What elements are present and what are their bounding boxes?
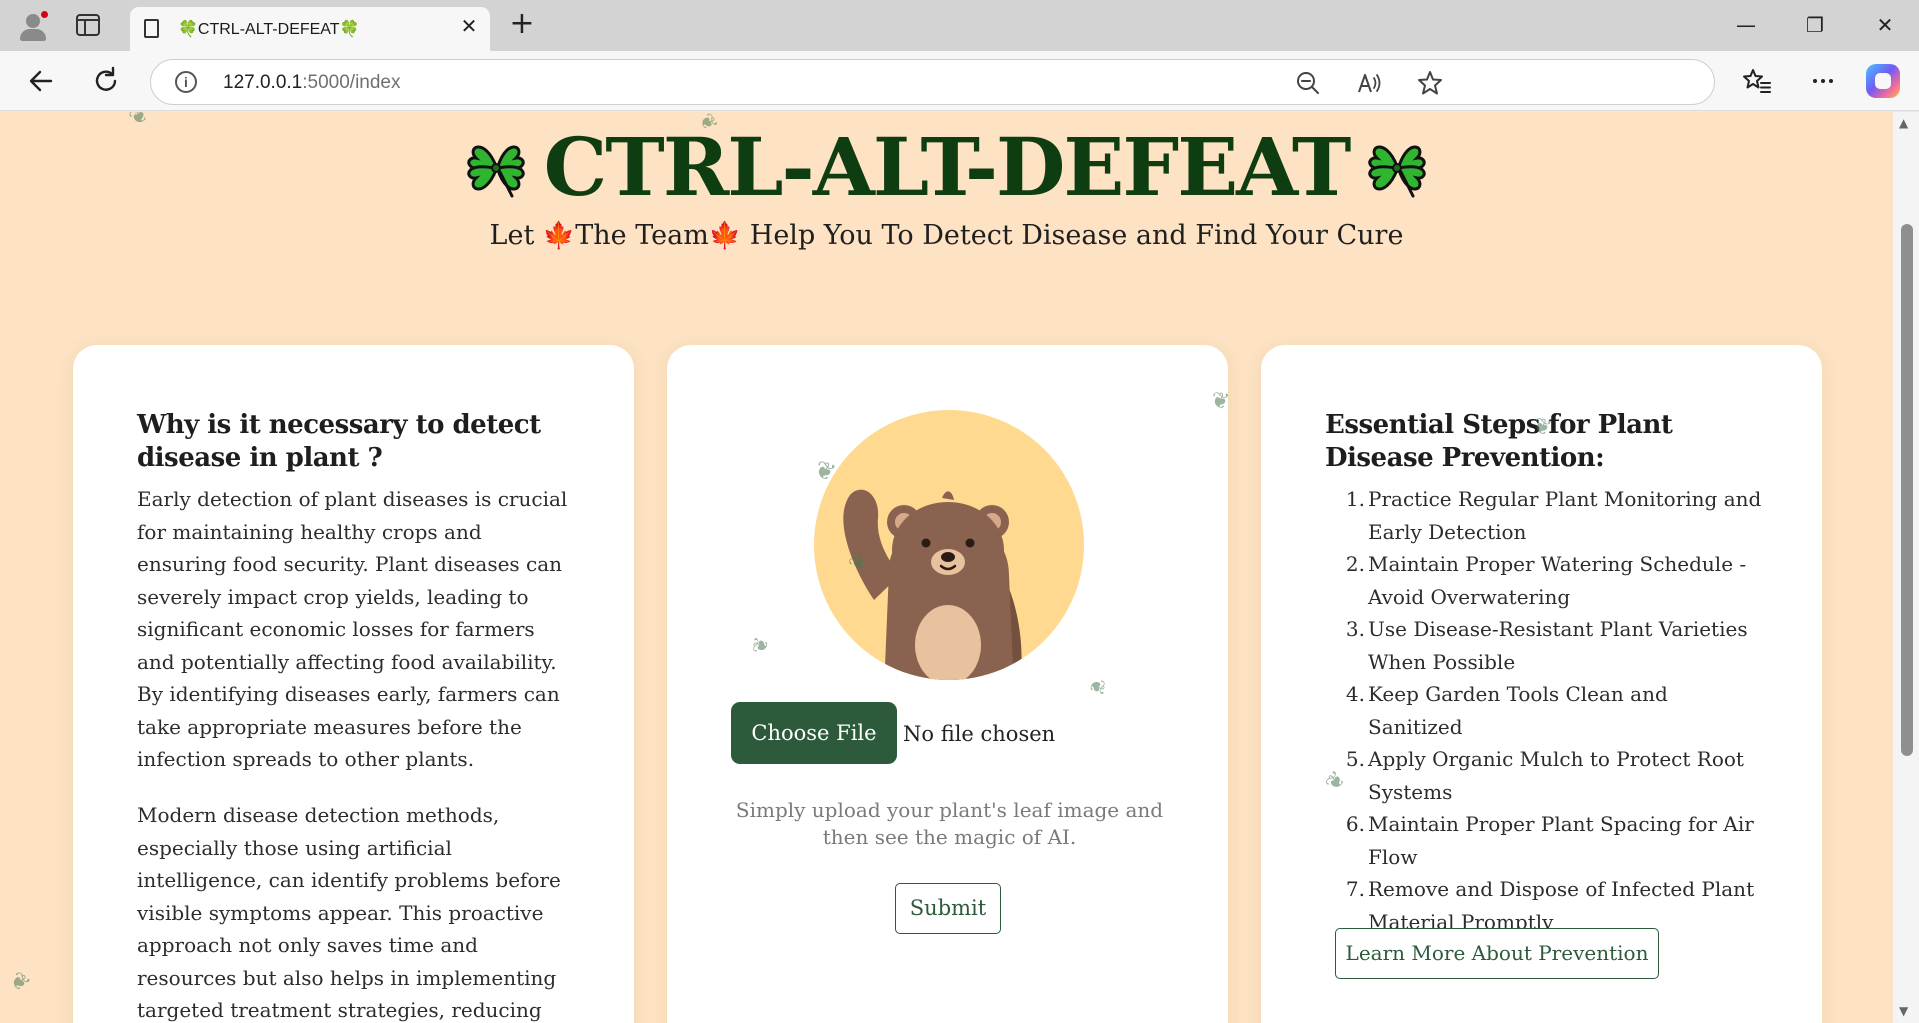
page-icon [144, 19, 159, 38]
restore-button[interactable]: ❐ [1795, 10, 1835, 40]
upload-card: ❦ ❦ ❦ ❦ ❦ Choose File No file chosen Sim… [667, 345, 1228, 1023]
subtitle-prefix: Let [489, 220, 543, 251]
clover-icon [454, 126, 538, 210]
step-text: Maintain Proper Watering Schedule - Avoi… [1368, 552, 1747, 609]
browser-nav-bar: i 127.0.0.1:5000/index [0, 51, 1919, 111]
list-item: 3. Use Disease-Resistant Plant Varieties … [1345, 617, 1748, 674]
upload-hint: Simply upload your plant's leaf image an… [735, 798, 1164, 849]
prevention-steps-list: 1. Practice Regular Plant Monitoring and … [1325, 483, 1765, 938]
step-text: Remove and Dispose of Infected Plant Mat… [1368, 877, 1755, 934]
list-item: 5. Apply Organic Mulch to Protect Root Sy… [1345, 747, 1744, 804]
clover-icon [1355, 126, 1439, 210]
scroll-down-icon[interactable]: ▼ [1899, 1004, 1908, 1018]
tab-close-icon[interactable]: ✕ [458, 15, 480, 37]
learn-more-button[interactable]: Learn More About Prevention [1335, 928, 1659, 979]
scroll-up-icon[interactable]: ▲ [1899, 116, 1908, 130]
zoom-out-icon[interactable] [1293, 68, 1323, 98]
floating-leaf-icon: ❦ [4, 966, 35, 999]
url-path: :5000/index [302, 72, 401, 93]
step-text: Practice Regular Plant Monitoring and Ea… [1368, 487, 1762, 544]
step-text: Keep Garden Tools Clean and Sanitized [1368, 682, 1668, 739]
copilot-icon[interactable] [1866, 64, 1900, 98]
tab-actions-icon[interactable] [76, 14, 100, 36]
more-icon[interactable] [1806, 64, 1840, 98]
bear-illustration [814, 410, 1084, 680]
new-tab-button[interactable]: + [506, 9, 538, 41]
favorites-icon[interactable] [1740, 64, 1774, 98]
subtitle-suffix: Help You To Detect Disease and Find Your… [741, 220, 1404, 251]
step-text: Use Disease-Resistant Plant Varieties Wh… [1368, 617, 1748, 674]
address-bar[interactable]: i 127.0.0.1:5000/index [150, 59, 1715, 105]
why-detect-heading: Why is it necessary to detect disease in… [137, 410, 541, 473]
back-icon[interactable] [24, 64, 58, 98]
why-detect-paragraph-2: Modern disease detection methods, especi… [137, 803, 561, 1022]
page-subtitle: Let 🍁The Team🍁 Help You To Detect Diseas… [0, 220, 1893, 251]
maple-leaf-icon: 🍁 [708, 221, 742, 251]
step-text: Maintain Proper Plant Spacing for Air Fl… [1368, 812, 1754, 869]
site-info-icon[interactable]: i [175, 71, 197, 93]
scrollbar-thumb[interactable] [1901, 224, 1913, 756]
browser-tab-active[interactable]: 🍀CTRL-ALT-DEFEAT🍀 ✕ [130, 7, 490, 51]
refresh-icon[interactable] [89, 64, 123, 98]
maple-leaf-icon: 🍁 [542, 221, 576, 251]
choose-file-button[interactable]: Choose File [731, 702, 897, 764]
step-text: Apply Organic Mulch to Protect Root Syst… [1368, 747, 1744, 804]
read-aloud-icon[interactable] [1354, 68, 1384, 98]
prevention-card: Essential Steps for Plant Disease Preven… [1261, 345, 1822, 1023]
page-title: CTRL-ALT-DEFEAT [0, 117, 1893, 217]
url-host: 127.0.0.1 [223, 72, 303, 93]
url-text[interactable]: 127.0.0.1:5000/index [223, 72, 401, 94]
list-item: 2. Maintain Proper Watering Schedule - Av… [1345, 552, 1747, 609]
subtitle-team: The Team [575, 220, 709, 251]
close-window-button[interactable]: ✕ [1865, 10, 1905, 40]
file-status-text: No file chosen [903, 722, 1056, 746]
tab-title: 🍀CTRL-ALT-DEFEAT🍀 [178, 21, 360, 38]
page-viewport: ❦ ❦ ❦ ❦ CTRL-ALT-DEFEAT [0, 112, 1919, 1023]
why-detect-card: Why is it necessary to detect disease in… [73, 345, 634, 1023]
browser-tab-bar: 🍀CTRL-ALT-DEFEAT🍀 ✕ + — ❐ ✕ [0, 0, 1919, 51]
floating-leaf-icon: ❦ [1084, 676, 1111, 698]
favorite-star-icon[interactable] [1415, 68, 1445, 98]
floating-leaf-icon: ❦ [1208, 387, 1228, 416]
list-item: 6. Maintain Proper Plant Spacing for Air … [1345, 812, 1754, 869]
minimize-button[interactable]: — [1726, 10, 1766, 40]
list-item: 4. Keep Garden Tools Clean and Sanitized [1345, 682, 1668, 739]
profile-icon[interactable] [16, 10, 50, 42]
floating-leaf-icon: ❦ [747, 634, 774, 656]
list-item: 1. Practice Regular Plant Monitoring and … [1345, 487, 1762, 544]
why-detect-paragraph-1: Early detection of plant diseases is cru… [137, 487, 568, 771]
submit-button[interactable]: Submit [895, 883, 1001, 934]
page-scrollbar[interactable]: ▲ ▼ [1893, 112, 1919, 1023]
title-text: CTRL-ALT-DEFEAT [543, 120, 1352, 214]
